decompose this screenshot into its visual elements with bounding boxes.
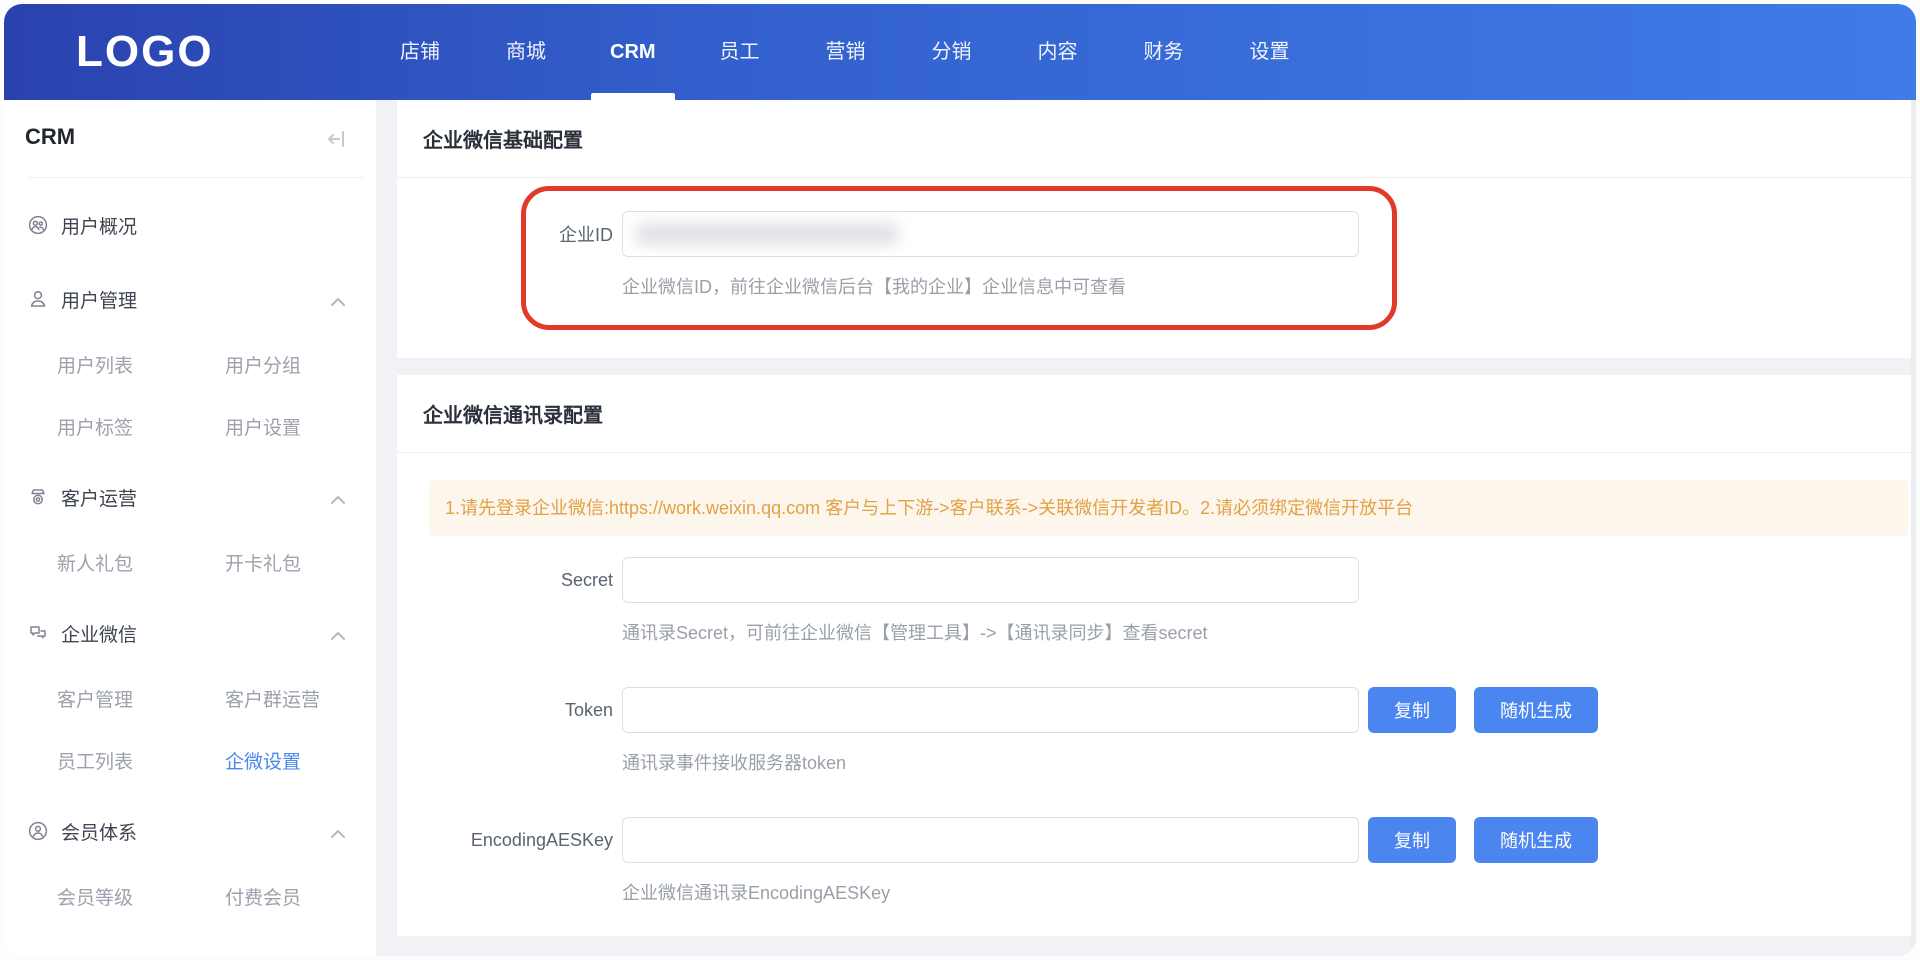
sidebar-subitem-用户设置[interactable]: 用户设置 (225, 398, 376, 460)
section-basic-config: 企业微信基础配置 企业ID 企业微信ID，前往企业微信后台【我的企业】企业信息中… (397, 100, 1916, 358)
nav-tab-label: 商城 (506, 41, 546, 63)
notice-banner: 1.请先登录企业微信:https://work.weixin.qq.com 客户… (429, 480, 1908, 536)
nav-tab-设置[interactable]: 设置 (1248, 4, 1292, 100)
sidebar-subitem-企微设置[interactable]: 企微设置 (225, 732, 376, 794)
nav-tab-label: 店铺 (400, 41, 440, 63)
form-item-企业ID: 企业ID 企业微信ID，前往企业微信后台【我的企业】企业信息中可查看 (397, 211, 1916, 299)
nav-tab-label: 内容 (1038, 41, 1078, 63)
user-icon (28, 289, 48, 309)
sidebar-subitem-客户管理[interactable]: 客户管理 (57, 670, 225, 732)
nav-tab-财务[interactable]: 财务 (1142, 4, 1186, 100)
nav-tab-label: CRM (610, 41, 656, 63)
sidebar-item-用户概况[interactable]: 用户概况 (4, 188, 376, 262)
nav-tab-员工[interactable]: 员工 (718, 4, 762, 100)
sidebar-item-客户运营[interactable]: 客户运营 (4, 460, 376, 534)
form-label: 企业ID (397, 221, 613, 247)
sidebar-subitems: 客户管理客户群运营员工列表企微设置 (4, 670, 376, 794)
section-basic-title: 企业微信基础配置 (423, 124, 583, 153)
nav-tab-label: 分销 (932, 41, 972, 63)
Token-input[interactable] (622, 687, 1359, 733)
nav-tab-label: 设置 (1250, 41, 1290, 63)
chat-bubbles-icon (28, 623, 48, 643)
form-help-text: 通讯录事件接收服务器token (622, 749, 1916, 775)
sidebar-section: 用户概况 (4, 188, 376, 262)
basic-config-form: 企业ID 企业微信ID，前往企业微信后台【我的企业】企业信息中可查看 (397, 178, 1916, 299)
form-item-EncodingAESKey: EncodingAESKey 复制随机生成 企业微信通讯录EncodingAES… (397, 817, 1916, 905)
nav-tab-分销[interactable]: 分销 (930, 4, 974, 100)
logo: LOGO (76, 4, 214, 100)
sidebar: CRM 用户概况 (4, 100, 377, 956)
sidebar-section: 客户运营 新人礼包开卡礼包 (4, 460, 376, 596)
nav-tab-label: 财务 (1144, 41, 1184, 63)
sidebar-subitem-付费会员[interactable]: 付费会员 (225, 868, 376, 930)
random-generate-button-Token[interactable]: 随机生成 (1474, 687, 1598, 733)
sidebar-menu: 用户概况 用户管理 用户列表用户分组用户标签用户设置 (4, 178, 376, 930)
sidebar-subitem-会员等级[interactable]: 会员等级 (57, 868, 225, 930)
sidebar-item-会员体系[interactable]: 会员体系 (4, 794, 376, 868)
sidebar-section-label: 客户运营 (61, 484, 137, 511)
sidebar-collapse-icon[interactable] (324, 126, 350, 152)
sidebar-section-label: 会员体系 (61, 818, 137, 845)
nav-tab-店铺[interactable]: 店铺 (398, 4, 442, 100)
chevron-up-icon[interactable] (330, 628, 346, 638)
random-generate-button-EncodingAESKey[interactable]: 随机生成 (1474, 817, 1598, 863)
nav-tab-label: 员工 (720, 41, 760, 63)
sidebar-section: 用户管理 用户列表用户分组用户标签用户设置 (4, 262, 376, 460)
sidebar-subitems: 用户列表用户分组用户标签用户设置 (4, 336, 376, 460)
sidebar-subitems: 会员等级付费会员 (4, 868, 376, 930)
app-window: LOGO 店铺 商城 CRM 员工 营销 分销 内容 财务 设置 CRM (4, 4, 1916, 956)
sidebar-section-label: 企业微信 (61, 620, 137, 647)
sidebar-subitem-用户标签[interactable]: 用户标签 (57, 398, 225, 460)
sidebar-subitem-客户群运营[interactable]: 客户群运营 (225, 670, 376, 732)
form-item-Token: Token 复制随机生成 通讯录事件接收服务器token (397, 687, 1916, 775)
sidebar-header: CRM (4, 100, 376, 177)
sidebar-section: 会员体系 会员等级付费会员 (4, 794, 376, 930)
sidebar-section-label: 用户管理 (61, 286, 137, 313)
form-help-text: 企业微信ID，前往企业微信后台【我的企业】企业信息中可查看 (622, 273, 1916, 299)
sidebar-section: 企业微信 客户管理客户群运营员工列表企微设置 (4, 596, 376, 794)
nav-tab-内容[interactable]: 内容 (1036, 4, 1080, 100)
sidebar-subitem-新人礼包[interactable]: 新人礼包 (57, 534, 225, 596)
form-label: EncodingAESKey (397, 830, 613, 851)
chevron-up-icon[interactable] (330, 826, 346, 836)
scrollbar-track[interactable] (1911, 100, 1916, 956)
section-contacts-config: 企业微信通讯录配置 1.请先登录企业微信:https://work.weixin… (397, 375, 1916, 936)
section-contacts-title: 企业微信通讯录配置 (423, 399, 603, 428)
chevron-up-icon[interactable] (330, 294, 346, 304)
form-label: Secret (397, 570, 613, 591)
sidebar-subitem-员工列表[interactable]: 员工列表 (57, 732, 225, 794)
section-basic-header: 企业微信基础配置 (397, 100, 1916, 178)
sidebar-subitem-用户列表[interactable]: 用户列表 (57, 336, 225, 398)
nav-tab-CRM[interactable]: CRM (610, 4, 656, 100)
form-help-text: 企业微信通讯录EncodingAESKey (622, 879, 1916, 905)
form-label: Token (397, 700, 613, 721)
main-content: 企业微信基础配置 企业ID 企业微信ID，前往企业微信后台【我的企业】企业信息中… (377, 100, 1916, 956)
form-item-Secret: Secret 通讯录Secret，可前往企业微信【管理工具】->【通讯录同步】查… (397, 557, 1916, 645)
contacts-config-form: Secret 通讯录Secret，可前往企业微信【管理工具】->【通讯录同步】查… (397, 557, 1916, 905)
form-help-text: 通讯录Secret，可前往企业微信【管理工具】->【通讯录同步】查看secret (622, 619, 1916, 645)
sidebar-subitems: 新人礼包开卡礼包 (4, 534, 376, 596)
nav-tabs: 店铺 商城 CRM 员工 营销 分销 内容 财务 设置 (398, 4, 1292, 100)
section-contacts-header: 企业微信通讯录配置 (397, 375, 1916, 453)
企业ID-input[interactable] (622, 211, 1359, 257)
Secret-input[interactable] (622, 557, 1359, 603)
nav-tab-营销[interactable]: 营销 (824, 4, 868, 100)
user-overview-icon (28, 215, 48, 235)
top-nav: LOGO 店铺 商城 CRM 员工 营销 分销 内容 财务 设置 (4, 4, 1916, 100)
sidebar-subitem-用户分组[interactable]: 用户分组 (225, 336, 376, 398)
sidebar-item-用户管理[interactable]: 用户管理 (4, 262, 376, 336)
copy-button-Token[interactable]: 复制 (1368, 687, 1456, 733)
nav-tab-label: 营销 (826, 41, 866, 63)
nav-tab-商城[interactable]: 商城 (504, 4, 548, 100)
medal-icon (28, 487, 48, 507)
sidebar-item-企业微信[interactable]: 企业微信 (4, 596, 376, 670)
sidebar-subitem-开卡礼包[interactable]: 开卡礼包 (225, 534, 376, 596)
member-icon (28, 821, 48, 841)
copy-button-EncodingAESKey[interactable]: 复制 (1368, 817, 1456, 863)
sidebar-section-label: 用户概况 (61, 212, 137, 239)
chevron-up-icon[interactable] (330, 492, 346, 502)
sidebar-title: CRM (25, 124, 75, 150)
EncodingAESKey-input[interactable] (622, 817, 1359, 863)
